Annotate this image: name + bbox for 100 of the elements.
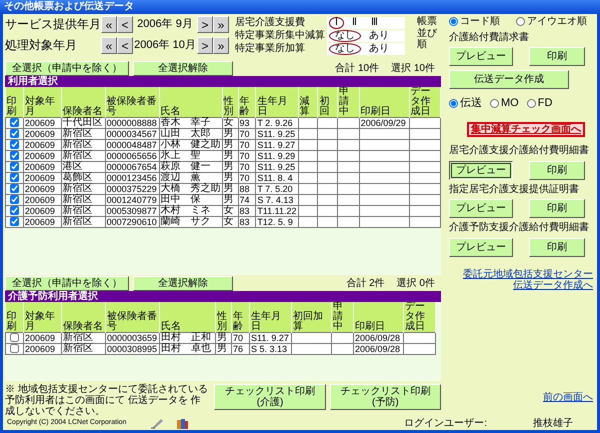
- side-button[interactable]: プレビュー: [449, 238, 513, 257]
- nav-button[interactable]: «: [101, 16, 117, 33]
- radio-button[interactable]: [516, 16, 525, 26]
- side-button[interactable]: 印刷: [529, 160, 585, 180]
- column-header: 氏名: [160, 302, 216, 332]
- option-choice[interactable]: あり: [363, 30, 395, 42]
- column-header: 被保険者番号: [105, 86, 160, 118]
- option-choice[interactable]: なし: [329, 42, 361, 54]
- column-header: 年齢: [238, 86, 256, 118]
- print-checkbox[interactable]: [10, 118, 19, 127]
- table-cell: 香木 幸子: [159, 117, 222, 128]
- print-checkbox[interactable]: [10, 140, 19, 149]
- table-cell: 蘭崎 サク: [159, 216, 222, 228]
- nav-button[interactable]: »: [213, 37, 229, 54]
- period-value: 2006年 9月: [136, 18, 194, 31]
- column-header: 保険者名: [61, 86, 106, 118]
- nav-button[interactable]: <: [117, 16, 133, 33]
- option-label: 特定事業所加算: [235, 42, 306, 54]
- table-cell: 新宿区: [61, 183, 106, 194]
- radio-label: アイウエオ順: [527, 16, 587, 27]
- nav-button[interactable]: >: [197, 16, 213, 33]
- back-link[interactable]: 前の画面へ: [543, 392, 593, 402]
- column-header: 保険者名: [62, 302, 106, 332]
- table-cell: 葛飾区: [61, 172, 106, 184]
- table-cell: 2006/09/29: [359, 117, 410, 128]
- side-button[interactable]: 伝送データ作成: [449, 70, 569, 89]
- column-header: 初回加算: [292, 302, 332, 332]
- column-header: 減算: [298, 86, 318, 118]
- sort-label: 帳票並び順: [417, 16, 438, 52]
- table-cell: 渡辺 薫: [159, 172, 222, 184]
- print-checkbox[interactable]: [10, 206, 19, 215]
- checklist-print-button[interactable]: チェックリスト印刷(介護): [214, 384, 326, 410]
- nav-button[interactable]: »: [213, 16, 229, 33]
- option-choice[interactable]: Ⅱ: [346, 16, 363, 28]
- nav-button[interactable]: >: [197, 37, 213, 54]
- radio-button[interactable]: [449, 16, 458, 26]
- column-header: 対象年月: [24, 302, 62, 332]
- table-cell: T 2. 9.26: [256, 117, 298, 128]
- delegation-link[interactable]: 委託元地域包括支援センター 伝送データ作成へ: [463, 268, 593, 292]
- column-header: 申請中: [332, 302, 354, 332]
- radio-button[interactable]: [526, 98, 536, 108]
- section-heading: 介護給付費請求書: [449, 32, 530, 43]
- radio-button[interactable]: [490, 98, 499, 108]
- print-checkbox[interactable]: [10, 150, 19, 160]
- table-cell: 男: [216, 332, 232, 344]
- total-count: 合計 10件: [335, 62, 380, 74]
- login-user: 推枝雄子: [533, 418, 573, 430]
- option-label: 居宅介護支援費: [235, 16, 306, 28]
- print-checkbox[interactable]: [10, 128, 19, 138]
- table-cell: 新宿区: [61, 216, 106, 228]
- select-all-button[interactable]: 全選択（申請中を除く）: [5, 276, 129, 292]
- column-header: 氏名: [159, 86, 222, 118]
- option-label: 特定事業所集中減算: [235, 30, 326, 42]
- column-header: 申請中: [338, 86, 360, 118]
- checklist-print-button[interactable]: チェックリスト印刷(予防): [330, 384, 441, 410]
- deselect-all-button[interactable]: 全選択解除: [133, 276, 233, 292]
- column-header: 印刷日: [359, 86, 410, 118]
- column-header: 性別: [216, 302, 232, 332]
- table-cell: 港区: [61, 161, 106, 172]
- column-header: 初回: [318, 86, 338, 118]
- table-cell: 新宿区: [61, 128, 106, 140]
- radio-label: MO: [501, 97, 519, 109]
- print-checkbox[interactable]: [10, 332, 19, 342]
- deselect-all-button[interactable]: 全選択解除: [133, 61, 233, 76]
- radio-button[interactable]: [449, 98, 458, 108]
- column-header: データ作成日: [404, 302, 436, 332]
- side-button[interactable]: プレビュー: [449, 47, 513, 66]
- option-choice[interactable]: Ⅰ: [329, 16, 344, 28]
- table-cell: 0000003659: [106, 332, 160, 344]
- print-checkbox[interactable]: [10, 194, 19, 204]
- table-cell: 200609: [23, 117, 62, 128]
- column-header: 対象年月: [23, 86, 62, 118]
- nav-button[interactable]: <: [117, 37, 133, 54]
- notice-text: ※ 地域包括支援センターにて委託されている予防利用者はこの画面にて 伝送データを 作成しないでください。: [5, 384, 209, 417]
- table-cell: 新宿区: [61, 194, 106, 206]
- check-screen-link[interactable]: 集中減算チェック画面へ: [467, 122, 585, 138]
- option-choice[interactable]: あり: [363, 42, 395, 54]
- option-choice[interactable]: Ⅲ: [365, 16, 384, 28]
- side-button[interactable]: プレビュー: [449, 160, 513, 180]
- print-checkbox[interactable]: [10, 172, 19, 182]
- nav-button[interactable]: «: [101, 37, 117, 54]
- table-cell: 山田 太郎: [159, 128, 222, 140]
- print-checkbox[interactable]: [10, 184, 19, 193]
- login-label: ログインユーザー:: [404, 418, 487, 430]
- side-button[interactable]: 印刷: [529, 47, 585, 66]
- print-checkbox[interactable]: [10, 162, 19, 171]
- column-header: 生年月日: [256, 86, 298, 118]
- side-button[interactable]: 印刷: [529, 238, 585, 257]
- pen-icon[interactable]: [150, 418, 164, 429]
- column-header: 印刷: [6, 302, 24, 332]
- table-cell: 新宿区: [61, 150, 106, 162]
- select-all-button[interactable]: 全選択（申請中を除く）: [5, 61, 129, 76]
- table-cell: 93: [238, 117, 256, 128]
- option-choice[interactable]: なし: [329, 30, 361, 42]
- side-button[interactable]: プレビュー: [449, 199, 513, 218]
- book-icon[interactable]: [176, 418, 190, 429]
- column-header: データ作成日: [409, 86, 440, 118]
- print-checkbox[interactable]: [10, 216, 19, 226]
- print-checkbox[interactable]: [10, 344, 19, 353]
- side-button[interactable]: 印刷: [529, 199, 585, 218]
